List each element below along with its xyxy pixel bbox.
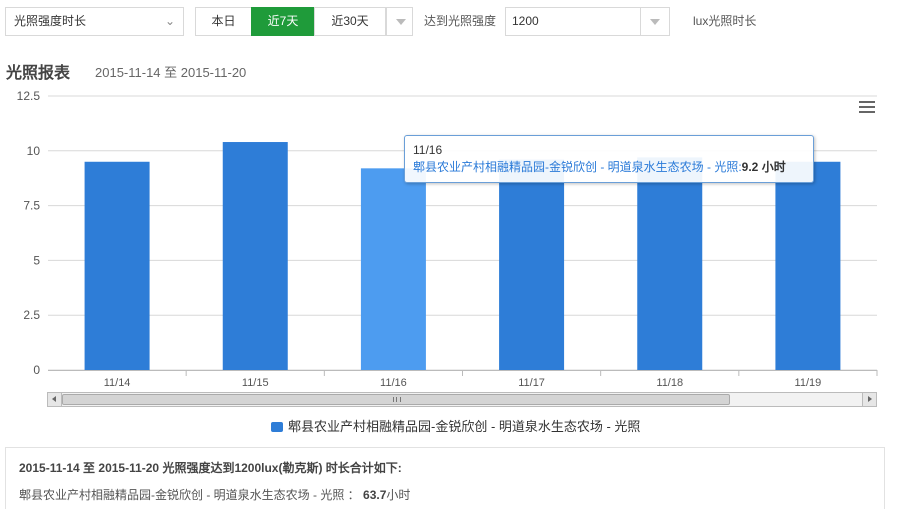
summary-line-label: 郫县农业产村相融精品园-金锐欣创 - 明道泉水生态农场 - 光照 ： — [19, 488, 360, 502]
x-tick-label: 11/15 — [242, 377, 269, 389]
tooltip-series: 郫县农业产村相融精品园-金锐欣创 - 明道泉水生态农场 - 光照: — [413, 160, 742, 174]
tooltip-date: 11/16 — [413, 143, 443, 157]
scroll-left-button[interactable] — [48, 393, 62, 406]
range-today-button[interactable]: 本日 — [195, 7, 252, 36]
bar-11-18[interactable] — [637, 157, 703, 370]
bar-11-14[interactable] — [84, 161, 150, 370]
y-tick-label: 5 — [33, 253, 40, 267]
caret-down-icon — [650, 19, 660, 25]
report-title: 光照报表 — [6, 65, 71, 82]
report-date-range: 2015-11-14 至 2015-11-20 — [95, 65, 247, 80]
metric-select-value: 光照强度时长 — [14, 14, 87, 28]
legend-item[interactable]: 郫县农业产村相融精品园-金锐欣创 - 明道泉水生态农场 - 光照 — [271, 419, 640, 435]
tooltip-value: 9.2 小时 — [741, 160, 786, 174]
x-tick-label: 11/14 — [104, 377, 131, 389]
threshold-dropdown-button[interactable] — [641, 7, 670, 36]
range-30days-button[interactable]: 近30天 — [314, 7, 386, 36]
threshold-input[interactable]: 1200 — [505, 7, 641, 36]
range-dropdown-button[interactable] — [386, 7, 413, 36]
y-tick-label: 10 — [27, 144, 41, 158]
chart-menu-icon[interactable] — [859, 101, 875, 114]
bar-11-19[interactable] — [775, 161, 841, 370]
y-tick-label: 12.5 — [17, 89, 41, 103]
grip-icon — [393, 397, 401, 402]
arrow-right-icon — [868, 396, 872, 402]
x-axis: 11/14 11/15 11/16 11/17 11/18 11/19 — [48, 370, 878, 389]
toolbar: 光照强度时长 ⌄ 本日 近7天 近30天 达到光照强度 1200 lux光照时长 — [0, 0, 900, 44]
summary-panel: 2015-11-14 至 2015-11-20 光照强度达到1200lux(勒克… — [5, 447, 885, 509]
bar-chart: 0 2.5 5 7.5 10 12.5 11/14 11/15 11/16 11/17 11/18… — [17, 89, 878, 389]
caret-down-icon — [396, 19, 406, 25]
x-tick-label: 11/18 — [656, 377, 683, 389]
bar-11-15[interactable] — [222, 142, 288, 370]
summary-total-unit: 小时 — [386, 488, 411, 502]
bar-11-16[interactable] — [360, 168, 426, 370]
y-tick-label: 7.5 — [23, 199, 40, 213]
y-tick-label: 0 — [33, 363, 40, 377]
legend-label: 郫县农业产村相融精品园-金锐欣创 - 明道泉水生态农场 - 光照 — [288, 419, 641, 434]
x-tick-label: 11/17 — [518, 377, 545, 389]
legend-swatch — [271, 421, 283, 432]
arrow-left-icon — [52, 396, 56, 402]
range-7days-button[interactable]: 近7天 — [251, 7, 315, 36]
scroll-right-button[interactable] — [862, 393, 876, 406]
x-tick-label: 11/16 — [380, 377, 407, 389]
y-tick-label: 2.5 — [23, 308, 40, 322]
summary-line: 郫县农业产村相融精品园-金锐欣创 - 明道泉水生态农场 - 光照 ： 63.7小… — [19, 486, 410, 503]
bar-11-17[interactable] — [499, 159, 565, 370]
scrollbar-thumb[interactable] — [62, 394, 730, 405]
x-tick-label: 11/19 — [795, 377, 822, 389]
chart-tooltip: 11/16 郫县农业产村相融精品园-金锐欣创 - 明道泉水生态农场 - 光照:9… — [404, 135, 814, 183]
chart-scrollbar[interactable] — [47, 392, 877, 407]
threshold-unit: lux光照时长 — [693, 14, 757, 28]
y-axis-ticks: 0 2.5 5 7.5 10 12.5 — [17, 89, 41, 377]
chevron-down-icon: ⌄ — [164, 14, 175, 28]
threshold-label: 达到光照强度 — [424, 14, 497, 28]
summary-total-value: 63.7 — [363, 488, 387, 502]
summary-title: 2015-11-14 至 2015-11-20 光照强度达到1200lux(勒克… — [19, 461, 402, 475]
metric-select[interactable]: 光照强度时长 ⌄ — [5, 7, 184, 36]
